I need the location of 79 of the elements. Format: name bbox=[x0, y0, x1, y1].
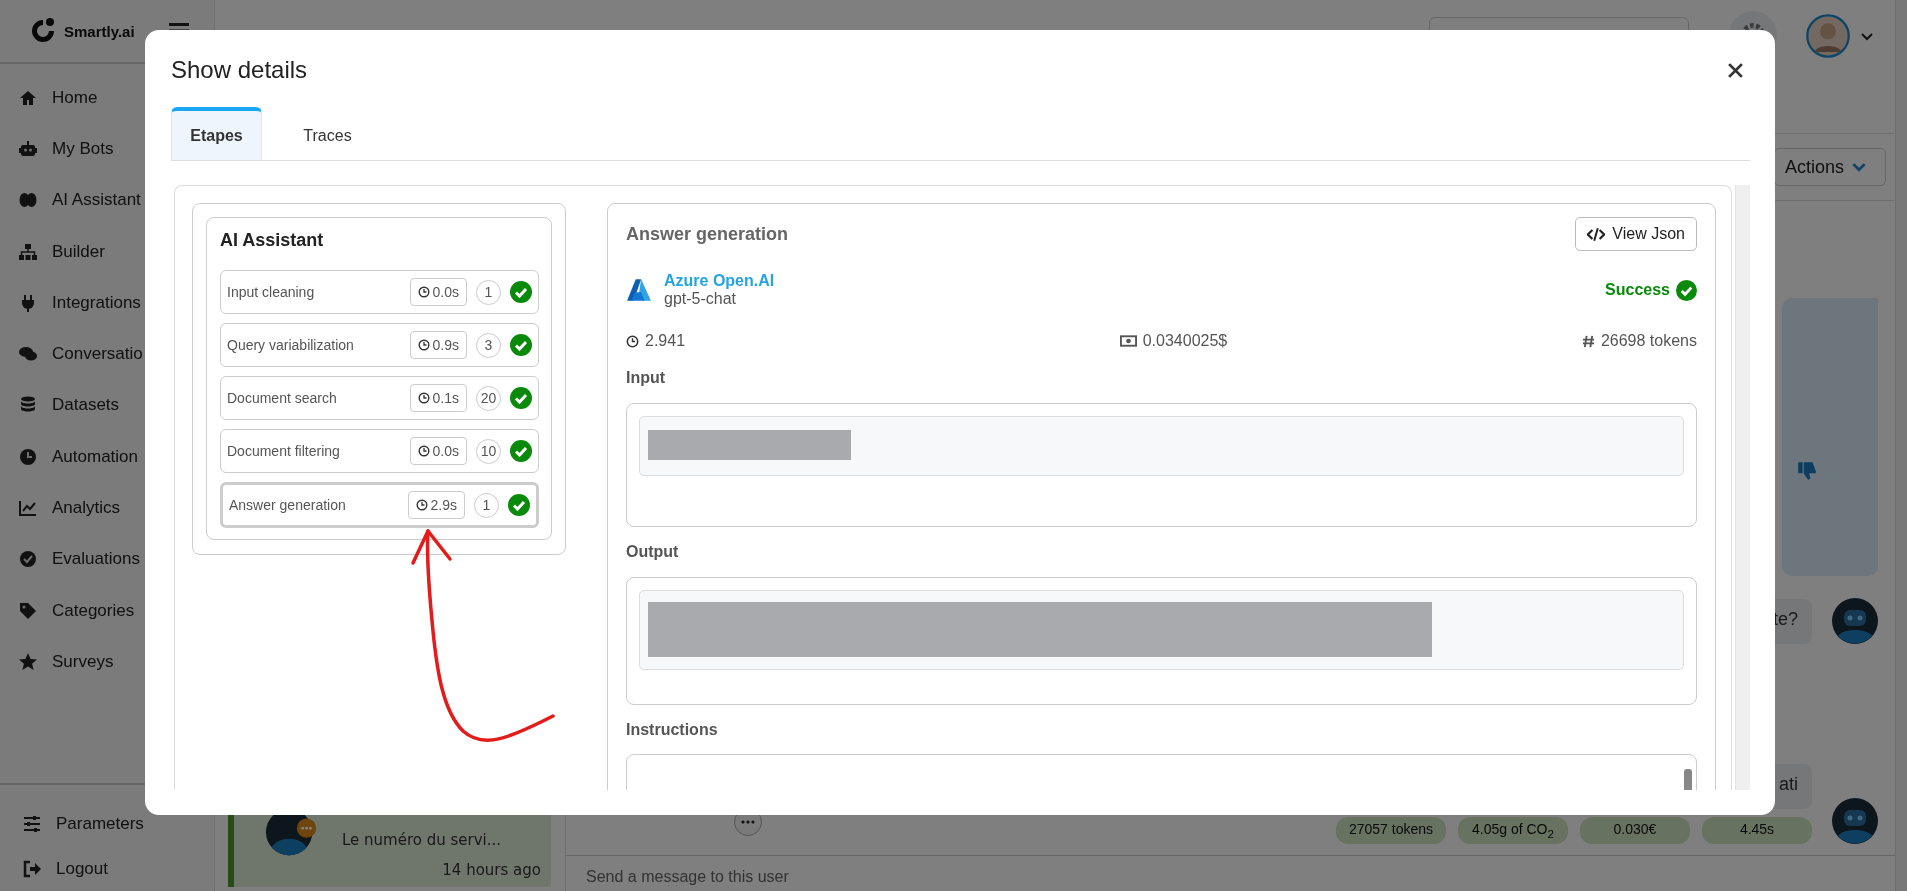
clock-icon bbox=[417, 339, 430, 351]
dialog-title: Show details bbox=[171, 56, 308, 84]
stat-pill: 4.05g of CO$_{2}$ bbox=[1458, 817, 1568, 844]
thumbs-down-icon[interactable] bbox=[1796, 460, 1818, 482]
bot-avatar-icon bbox=[1832, 598, 1878, 644]
ellipsis-icon bbox=[741, 819, 755, 824]
close-icon[interactable] bbox=[1727, 61, 1744, 79]
stat-pill: 27057 tokens bbox=[1336, 817, 1446, 844]
sign-out-icon bbox=[22, 858, 42, 879]
model-name: gpt-5-chat bbox=[664, 290, 738, 308]
text-field[interactable] bbox=[639, 416, 1684, 476]
tab[interactable]: Traces bbox=[282, 107, 373, 160]
duration-badge: 0.1s bbox=[409, 384, 467, 412]
sidebar-item[interactable]: Surveys bbox=[0, 636, 214, 688]
azure-logo-icon bbox=[626, 277, 652, 303]
section-label: Output bbox=[626, 543, 680, 562]
clock-icon bbox=[417, 445, 430, 457]
clock-icon bbox=[18, 446, 38, 467]
text-field[interactable] bbox=[639, 590, 1684, 670]
banknote-icon bbox=[1119, 335, 1137, 347]
robot-icon bbox=[18, 138, 38, 159]
step-row[interactable]: Document filtering 0.0s 10 bbox=[220, 429, 539, 473]
chevron-down-icon[interactable] bbox=[1861, 33, 1873, 41]
sidebar-item[interactable]: AI Assistant bbox=[0, 174, 214, 226]
stat-pill: 0.030€ bbox=[1580, 817, 1690, 844]
sidebar-item[interactable]: Parameters bbox=[0, 801, 204, 846]
avatar-icon[interactable] bbox=[1805, 13, 1851, 59]
stat-pill: 4.45s bbox=[1702, 817, 1812, 844]
bot-avatar-icon bbox=[1832, 797, 1878, 844]
cost-value: 0.0340025$ bbox=[1119, 332, 1228, 350]
clock-icon bbox=[417, 286, 430, 298]
scrollbar[interactable] bbox=[1895, 0, 1907, 891]
clock-icon bbox=[626, 334, 639, 348]
sliders-icon bbox=[22, 813, 42, 834]
clock-icon bbox=[415, 499, 428, 511]
tab[interactable]: Etapes bbox=[171, 107, 262, 160]
sidebar-item[interactable]: Evaluations bbox=[0, 533, 214, 585]
check-circle-icon bbox=[1676, 279, 1697, 301]
timestamp: 14 hours ago bbox=[442, 861, 541, 879]
token-count: 26698 tokens bbox=[1581, 332, 1697, 350]
code-icon bbox=[1587, 226, 1606, 242]
sidebar-item[interactable]: Datasets bbox=[0, 379, 214, 432]
chevron-down-icon bbox=[1852, 162, 1867, 172]
section-label: Input bbox=[626, 369, 667, 388]
sidebar-item[interactable]: Conversatio bbox=[0, 328, 214, 380]
check-circle-icon bbox=[18, 549, 38, 570]
sidebar-item[interactable]: Logout bbox=[0, 846, 204, 891]
sidebar-item[interactable]: Integrations bbox=[0, 277, 214, 329]
line-chart-icon bbox=[18, 498, 38, 518]
scrollbar[interactable] bbox=[1735, 185, 1750, 790]
provider-link[interactable]: Azure Open.AI bbox=[664, 272, 1594, 290]
status-label: Success bbox=[1605, 279, 1697, 301]
duration-value: 2.941 bbox=[626, 332, 686, 350]
tag-icon bbox=[18, 600, 38, 621]
step-row[interactable]: Query variabilization 0.9s 3 bbox=[220, 323, 539, 367]
sidebar-item[interactable]: Automation bbox=[0, 431, 214, 483]
step-row[interactable]: Input cleaning 0.0s 1 bbox=[220, 270, 539, 314]
sidebar-item[interactable]: Analytics bbox=[0, 482, 214, 534]
card-title: AI Assistant bbox=[220, 230, 325, 252]
sidebar-item[interactable]: Builder bbox=[0, 225, 214, 278]
step-row[interactable]: Document search 0.1s 20 bbox=[220, 376, 539, 420]
duration-badge: 0.0s bbox=[409, 278, 467, 306]
message-preview: Le numéro du servi... bbox=[342, 831, 503, 849]
duration-badge: 0.9s bbox=[409, 331, 467, 359]
view-json-button[interactable]: View Json bbox=[1575, 217, 1697, 251]
brand-name: Smartly.ai bbox=[64, 22, 135, 40]
sidebar-item[interactable]: Categories bbox=[0, 584, 214, 637]
clock-icon bbox=[417, 392, 430, 404]
scrollbar[interactable] bbox=[1684, 769, 1692, 790]
panel-title: Answer generation bbox=[626, 223, 789, 245]
duration-badge: 2.9s bbox=[407, 491, 465, 519]
actions-button[interactable]: Actions bbox=[1774, 148, 1886, 186]
section-label: Instructions bbox=[626, 721, 719, 740]
duration-badge: 0.0s bbox=[409, 437, 467, 465]
star-icon bbox=[18, 651, 38, 672]
message-field[interactable]: Send a message to this user bbox=[566, 855, 1895, 891]
sitemap-icon bbox=[18, 241, 38, 262]
step-row[interactable]: Answer generation 2.9s 1 bbox=[220, 482, 539, 528]
hash-icon bbox=[1581, 334, 1595, 348]
